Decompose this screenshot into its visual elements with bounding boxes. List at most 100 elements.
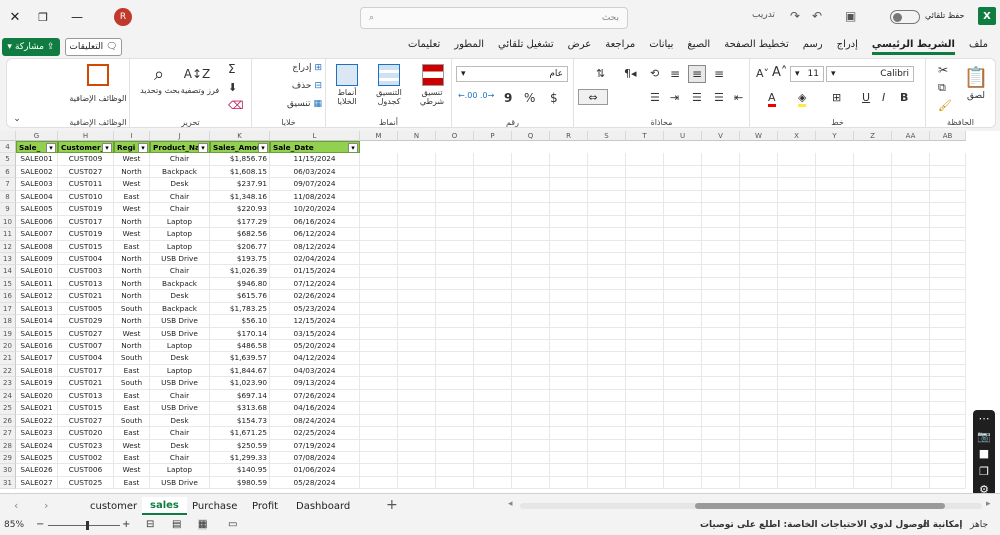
- column-header[interactable]: H: [58, 131, 114, 141]
- table-cell[interactable]: West: [114, 439, 150, 452]
- empty-cell[interactable]: [588, 153, 626, 166]
- empty-cell[interactable]: [436, 315, 474, 328]
- comments-button[interactable]: التعليقات 🗨: [65, 38, 122, 56]
- empty-cell[interactable]: [588, 352, 626, 365]
- column-header[interactable]: AA: [892, 131, 930, 141]
- empty-cell[interactable]: [474, 476, 512, 490]
- table-cell[interactable]: CUST027: [58, 165, 114, 179]
- table-cell[interactable]: 05/20/2024: [270, 340, 360, 353]
- empty-cell[interactable]: [892, 190, 930, 204]
- empty-cell[interactable]: [702, 240, 740, 253]
- table-cell[interactable]: 08/12/2024: [270, 240, 360, 253]
- column-header[interactable]: U: [664, 131, 702, 141]
- column-header[interactable]: O: [436, 131, 474, 141]
- table-cell[interactable]: West: [114, 203, 150, 216]
- empty-cell[interactable]: [816, 228, 854, 241]
- table-cell[interactable]: Laptop: [150, 215, 210, 229]
- empty-cell[interactable]: [740, 252, 778, 266]
- table-cell[interactable]: SALE025: [16, 451, 58, 465]
- scroll-right-icon[interactable]: ▸: [986, 499, 991, 509]
- table-cell[interactable]: CUST004: [58, 252, 114, 266]
- empty-cell[interactable]: [436, 414, 474, 428]
- table-cell[interactable]: CUST013: [58, 277, 114, 291]
- table-cell[interactable]: 04/03/2024: [270, 364, 360, 378]
- empty-cell[interactable]: [930, 203, 966, 216]
- empty-cell[interactable]: [626, 190, 664, 204]
- select-all-corner[interactable]: [0, 131, 16, 141]
- empty-cell[interactable]: [740, 203, 778, 216]
- table-cell[interactable]: SALE002: [16, 165, 58, 179]
- tab-10[interactable]: المطور: [454, 37, 484, 55]
- empty-cell[interactable]: [664, 277, 702, 291]
- sort-filter-button[interactable]: فرز وتصفية: [180, 86, 220, 96]
- table-cell[interactable]: CUST006: [58, 464, 114, 477]
- decrease-decimal-icon[interactable]: ←.00: [458, 91, 477, 100]
- empty-cell[interactable]: [892, 302, 930, 316]
- empty-cell[interactable]: [816, 178, 854, 191]
- indent-icon[interactable]: ⇥: [670, 91, 679, 104]
- empty-cell[interactable]: [892, 402, 930, 415]
- avatar[interactable]: R: [114, 8, 132, 26]
- empty-cell[interactable]: [778, 327, 816, 340]
- empty-cell[interactable]: [854, 290, 892, 303]
- table-cell[interactable]: CUST009: [58, 153, 114, 166]
- empty-cell[interactable]: [360, 203, 398, 216]
- empty-cell[interactable]: [588, 377, 626, 390]
- table-cell[interactable]: East: [114, 476, 150, 490]
- empty-cell[interactable]: [398, 178, 436, 191]
- empty-cell[interactable]: [854, 302, 892, 316]
- empty-cell[interactable]: [436, 464, 474, 477]
- increase-font-icon[interactable]: A˄: [772, 65, 787, 80]
- empty-cell[interactable]: [854, 215, 892, 229]
- empty-cell[interactable]: [626, 352, 664, 365]
- share-button[interactable]: ▾ مشاركة ⇪: [2, 38, 60, 56]
- table-cell[interactable]: USB Drive: [150, 315, 210, 328]
- empty-cell[interactable]: [626, 364, 664, 378]
- table-cell[interactable]: Desk: [150, 414, 210, 428]
- empty-cell[interactable]: [892, 377, 930, 390]
- empty-cell[interactable]: [588, 228, 626, 241]
- empty-cell[interactable]: [816, 302, 854, 316]
- empty-cell[interactable]: [664, 190, 702, 204]
- empty-cell[interactable]: [816, 439, 854, 452]
- empty-cell[interactable]: [854, 165, 892, 179]
- empty-cell[interactable]: [664, 302, 702, 316]
- empty-cell[interactable]: [816, 215, 854, 229]
- empty-cell[interactable]: [816, 476, 854, 490]
- empty-cell[interactable]: [930, 252, 966, 266]
- empty-cell[interactable]: [436, 302, 474, 316]
- table-cell[interactable]: West: [114, 327, 150, 340]
- align-left-icon[interactable]: ☰: [650, 91, 660, 104]
- empty-cell[interactable]: [778, 352, 816, 365]
- tab-7[interactable]: مراجعة: [605, 37, 635, 55]
- empty-cell[interactable]: [474, 464, 512, 477]
- empty-cell[interactable]: [892, 240, 930, 253]
- table-header-cell[interactable]: Sales_Amou: [210, 141, 270, 154]
- empty-cell[interactable]: [512, 265, 550, 278]
- paste-icon[interactable]: 📋: [964, 64, 989, 90]
- table-cell[interactable]: 02/04/2024: [270, 252, 360, 266]
- table-cell[interactable]: Chair: [150, 190, 210, 204]
- table-cell[interactable]: $1,023.90: [210, 377, 270, 390]
- empty-cell[interactable]: [930, 327, 966, 340]
- table-cell[interactable]: CUST010: [58, 190, 114, 204]
- row-header[interactable]: 19: [0, 327, 16, 340]
- insert-button[interactable]: إدراج ⊞: [256, 63, 322, 73]
- cell-styles-button[interactable]: أنماط الخلايا: [328, 88, 366, 107]
- table-cell[interactable]: CUST027: [58, 414, 114, 428]
- empty-cell[interactable]: [626, 165, 664, 179]
- table-cell[interactable]: 05/23/2024: [270, 302, 360, 316]
- table-cell[interactable]: $177.29: [210, 215, 270, 229]
- next-sheet-icon[interactable]: ›: [44, 499, 48, 512]
- empty-cell[interactable]: [626, 439, 664, 452]
- empty-cell[interactable]: [588, 277, 626, 291]
- empty-cell[interactable]: [436, 203, 474, 216]
- empty-cell[interactable]: [816, 277, 854, 291]
- empty-cell[interactable]: [930, 439, 966, 452]
- empty-cell[interactable]: [854, 252, 892, 266]
- empty-cell[interactable]: [626, 203, 664, 216]
- empty-cell[interactable]: [474, 228, 512, 241]
- empty-cell[interactable]: [740, 265, 778, 278]
- table-cell[interactable]: North: [114, 277, 150, 291]
- empty-cell[interactable]: [436, 439, 474, 452]
